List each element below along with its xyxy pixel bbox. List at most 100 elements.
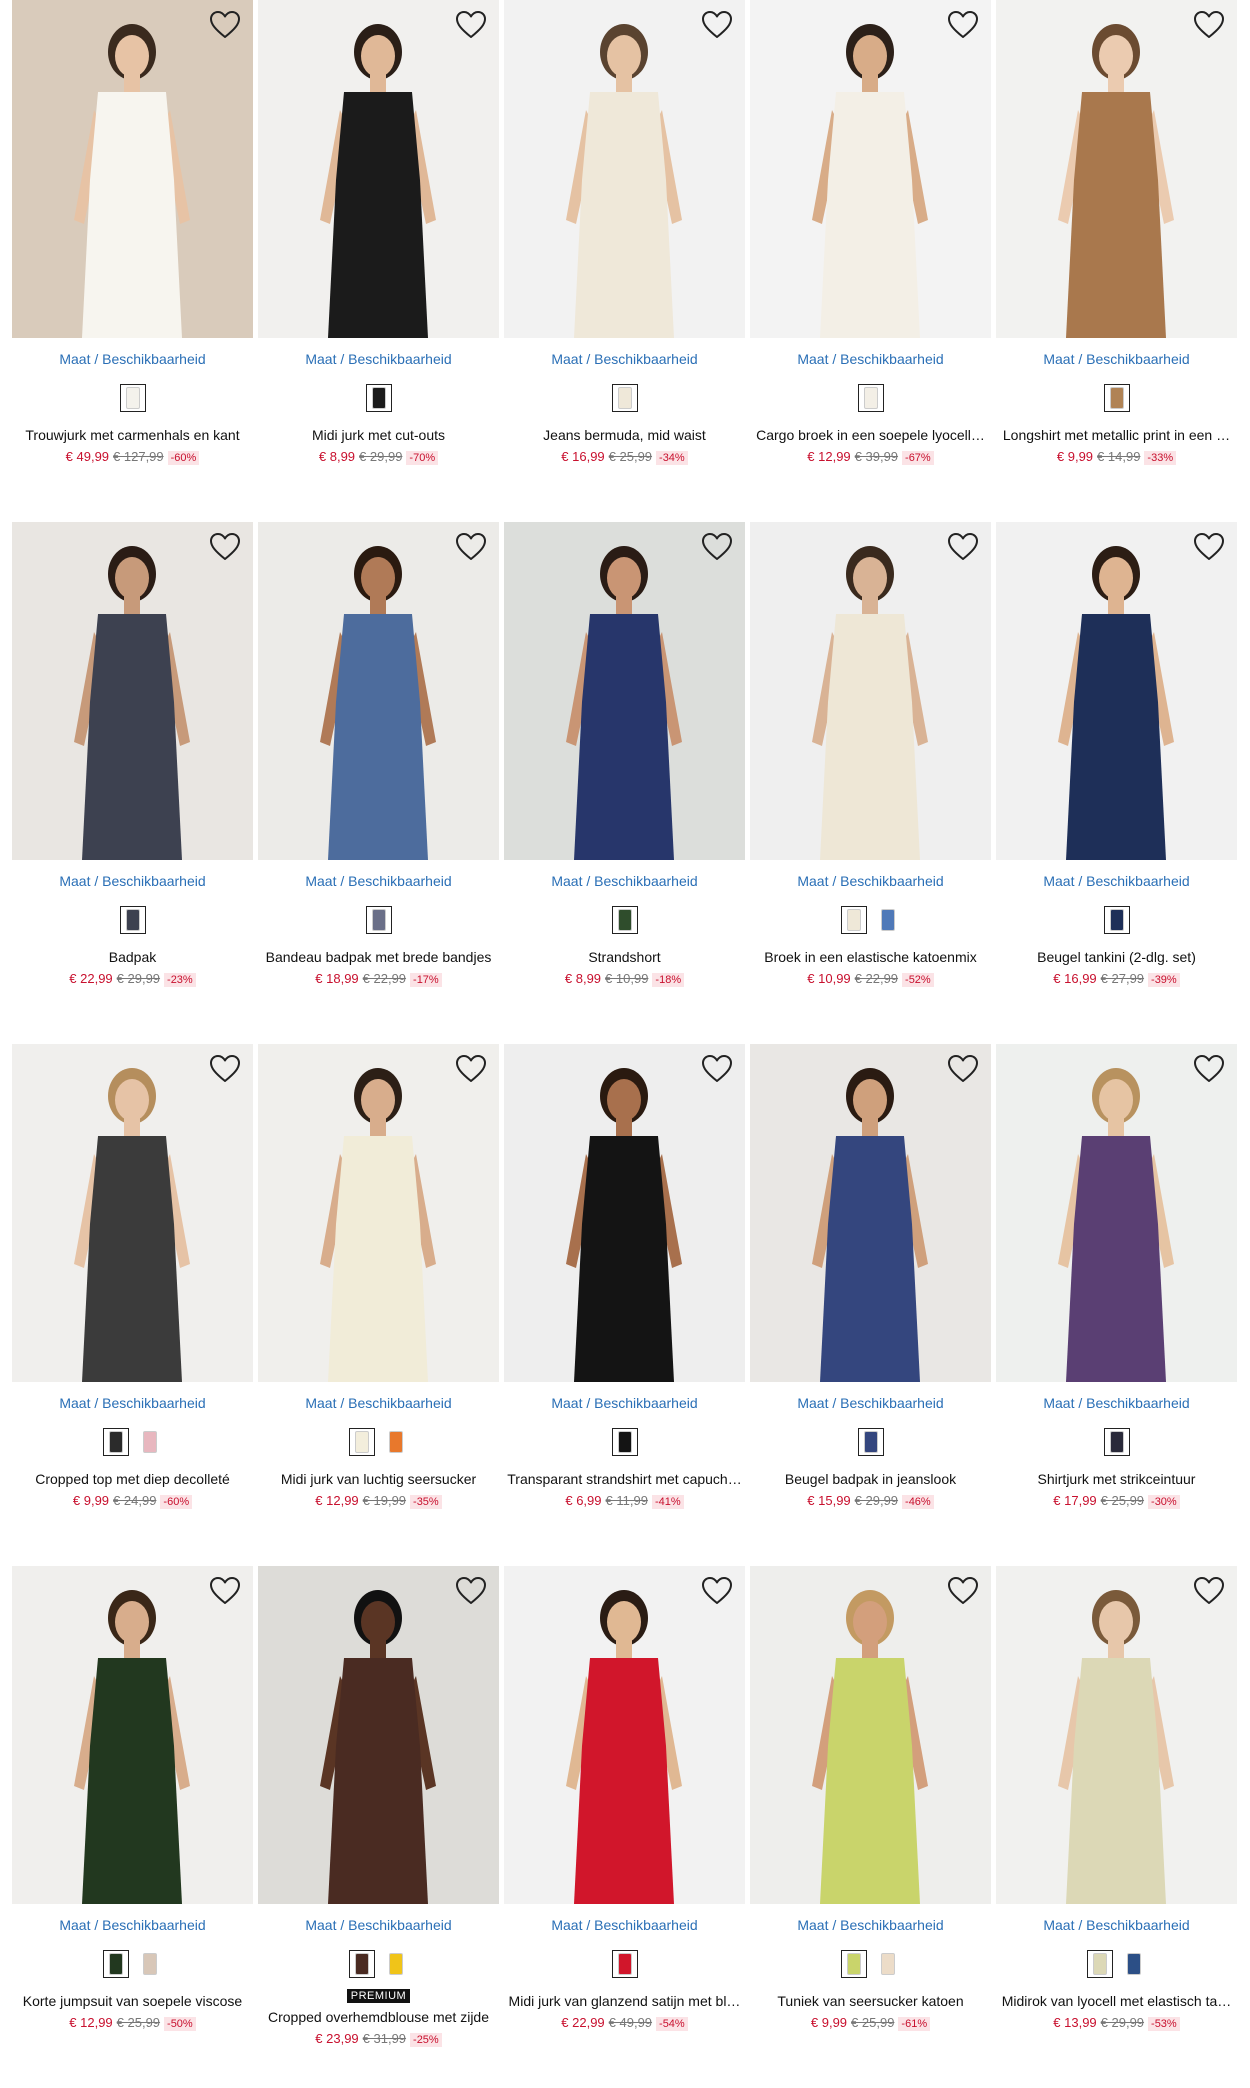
- product-name[interactable]: Beugel tankini (2-dlg. set): [996, 949, 1237, 965]
- product-name[interactable]: Broek in een elastische katoenmix: [750, 949, 991, 965]
- color-swatch[interactable]: [137, 1950, 163, 1978]
- wishlist-heart-icon[interactable]: [455, 10, 487, 40]
- wishlist-heart-icon[interactable]: [455, 1054, 487, 1084]
- wishlist-heart-icon[interactable]: [947, 532, 979, 562]
- size-availability-link[interactable]: Maat / Beschikbaarheid: [750, 1395, 991, 1411]
- size-availability-link[interactable]: Maat / Beschikbaarheid: [12, 1395, 253, 1411]
- product-name[interactable]: Cropped overhemdblouse met zijde: [258, 2009, 499, 2025]
- color-swatch[interactable]: [840, 906, 867, 934]
- product-card[interactable]: Maat / Beschikbaarheid Midi jurk van luc…: [258, 1044, 499, 1566]
- size-availability-link[interactable]: Maat / Beschikbaarheid: [750, 1917, 991, 1933]
- wishlist-heart-icon[interactable]: [701, 1054, 733, 1084]
- size-availability-link[interactable]: Maat / Beschikbaarheid: [504, 1395, 745, 1411]
- product-image[interactable]: [12, 1566, 253, 1904]
- product-card[interactable]: Maat / Beschikbaarheid Badpak € 22,99 € 2…: [12, 522, 253, 1044]
- product-card[interactable]: Maat / Beschikbaarheid Cropped top met d…: [12, 1044, 253, 1566]
- product-name[interactable]: Badpak: [12, 949, 253, 965]
- product-name[interactable]: Trouwjurk met carmenhals en kant: [12, 427, 253, 443]
- product-image[interactable]: [258, 1566, 499, 1904]
- wishlist-heart-icon[interactable]: [209, 1576, 241, 1606]
- size-availability-link[interactable]: Maat / Beschikbaarheid: [504, 873, 745, 889]
- product-image[interactable]: [12, 1044, 253, 1382]
- wishlist-heart-icon[interactable]: [947, 1054, 979, 1084]
- color-swatch[interactable]: [875, 1950, 901, 1978]
- color-swatch[interactable]: [1103, 384, 1130, 412]
- product-name[interactable]: Korte jumpsuit van soepele viscose: [12, 1993, 253, 2009]
- product-name[interactable]: Midirok van lyocell met elastisch ta…: [996, 1993, 1237, 2009]
- color-swatch[interactable]: [611, 384, 638, 412]
- product-card[interactable]: Maat / Beschikbaarheid Midirok van lyoce…: [996, 1566, 1237, 2088]
- product-name[interactable]: Beugel badpak in jeanslook: [750, 1471, 991, 1487]
- wishlist-heart-icon[interactable]: [701, 532, 733, 562]
- size-availability-link[interactable]: Maat / Beschikbaarheid: [258, 351, 499, 367]
- color-swatch[interactable]: [348, 1428, 375, 1456]
- color-swatch[interactable]: [365, 384, 392, 412]
- product-image[interactable]: [504, 0, 745, 338]
- product-card[interactable]: Maat / Beschikbaarheid Transparant stran…: [504, 1044, 745, 1566]
- wishlist-heart-icon[interactable]: [455, 532, 487, 562]
- product-card[interactable]: Maat / Beschikbaarheid Tuniek van seersu…: [750, 1566, 991, 2088]
- color-swatch[interactable]: [1103, 906, 1130, 934]
- color-swatch[interactable]: [348, 1950, 375, 1978]
- product-image[interactable]: [258, 0, 499, 338]
- product-name[interactable]: Jeans bermuda, mid waist: [504, 427, 745, 443]
- product-image[interactable]: [996, 0, 1237, 338]
- product-image[interactable]: [12, 522, 253, 860]
- color-swatch[interactable]: [1086, 1950, 1113, 1978]
- product-name[interactable]: Transparant strandshirt met capuch…: [504, 1471, 745, 1487]
- size-availability-link[interactable]: Maat / Beschikbaarheid: [12, 1917, 253, 1933]
- product-card[interactable]: Maat / Beschikbaarheid Beugel tankini (2…: [996, 522, 1237, 1044]
- wishlist-heart-icon[interactable]: [701, 10, 733, 40]
- product-card[interactable]: Maat / Beschikbaarheid Korte jumpsuit va…: [12, 1566, 253, 2088]
- color-swatch[interactable]: [137, 1428, 163, 1456]
- wishlist-heart-icon[interactable]: [455, 1576, 487, 1606]
- color-swatch[interactable]: [857, 1428, 884, 1456]
- product-card[interactable]: Maat / Beschikbaarheid Midi jurk met cut…: [258, 0, 499, 522]
- product-name[interactable]: Cargo broek in een soepele lyocell…: [750, 427, 991, 443]
- product-card[interactable]: Maat / Beschikbaarheid Jeans bermuda, mi…: [504, 0, 745, 522]
- wishlist-heart-icon[interactable]: [947, 10, 979, 40]
- product-card[interactable]: Maat / Beschikbaarheid Shirtjurk met str…: [996, 1044, 1237, 1566]
- wishlist-heart-icon[interactable]: [1193, 1576, 1225, 1606]
- product-card[interactable]: Maat / Beschikbaarheid Bandeau badpak me…: [258, 522, 499, 1044]
- wishlist-heart-icon[interactable]: [209, 1054, 241, 1084]
- product-card[interactable]: Maat / Beschikbaarheid Strandshort € 8,9…: [504, 522, 745, 1044]
- product-image[interactable]: [750, 1566, 991, 1904]
- product-card[interactable]: Maat / Beschikbaarheid PREMIUM Cropped ov…: [258, 1566, 499, 2088]
- color-swatch[interactable]: [1103, 1428, 1130, 1456]
- wishlist-heart-icon[interactable]: [209, 532, 241, 562]
- wishlist-heart-icon[interactable]: [701, 1576, 733, 1606]
- product-card[interactable]: Maat / Beschikbaarheid Midi jurk van gla…: [504, 1566, 745, 2088]
- product-name[interactable]: Strandshort: [504, 949, 745, 965]
- color-swatch[interactable]: [875, 906, 901, 934]
- size-availability-link[interactable]: Maat / Beschikbaarheid: [12, 873, 253, 889]
- product-card[interactable]: Maat / Beschikbaarheid Cargo broek in ee…: [750, 0, 991, 522]
- size-availability-link[interactable]: Maat / Beschikbaarheid: [258, 1395, 499, 1411]
- wishlist-heart-icon[interactable]: [1193, 532, 1225, 562]
- product-card[interactable]: Maat / Beschikbaarheid Broek in een elas…: [750, 522, 991, 1044]
- product-name[interactable]: Bandeau badpak met brede bandjes: [258, 949, 499, 965]
- size-availability-link[interactable]: Maat / Beschikbaarheid: [996, 1395, 1237, 1411]
- product-image[interactable]: [750, 522, 991, 860]
- product-name[interactable]: Longshirt met metallic print in een …: [996, 427, 1237, 443]
- size-availability-link[interactable]: Maat / Beschikbaarheid: [12, 351, 253, 367]
- color-swatch[interactable]: [102, 1428, 129, 1456]
- size-availability-link[interactable]: Maat / Beschikbaarheid: [750, 351, 991, 367]
- product-name[interactable]: Midi jurk met cut-outs: [258, 427, 499, 443]
- color-swatch[interactable]: [840, 1950, 867, 1978]
- product-name[interactable]: Shirtjurk met strikceintuur: [996, 1471, 1237, 1487]
- size-availability-link[interactable]: Maat / Beschikbaarheid: [258, 1917, 499, 1933]
- size-availability-link[interactable]: Maat / Beschikbaarheid: [996, 1917, 1237, 1933]
- product-card[interactable]: Maat / Beschikbaarheid Beugel badpak in …: [750, 1044, 991, 1566]
- color-swatch[interactable]: [611, 1428, 638, 1456]
- wishlist-heart-icon[interactable]: [1193, 1054, 1225, 1084]
- product-image[interactable]: [750, 1044, 991, 1382]
- wishlist-heart-icon[interactable]: [209, 10, 241, 40]
- product-card[interactable]: Maat / Beschikbaarheid Longshirt met met…: [996, 0, 1237, 522]
- product-image[interactable]: [504, 522, 745, 860]
- size-availability-link[interactable]: Maat / Beschikbaarheid: [750, 873, 991, 889]
- product-image[interactable]: [996, 1566, 1237, 1904]
- color-swatch[interactable]: [611, 1950, 638, 1978]
- product-image[interactable]: [12, 0, 253, 338]
- color-swatch[interactable]: [365, 906, 392, 934]
